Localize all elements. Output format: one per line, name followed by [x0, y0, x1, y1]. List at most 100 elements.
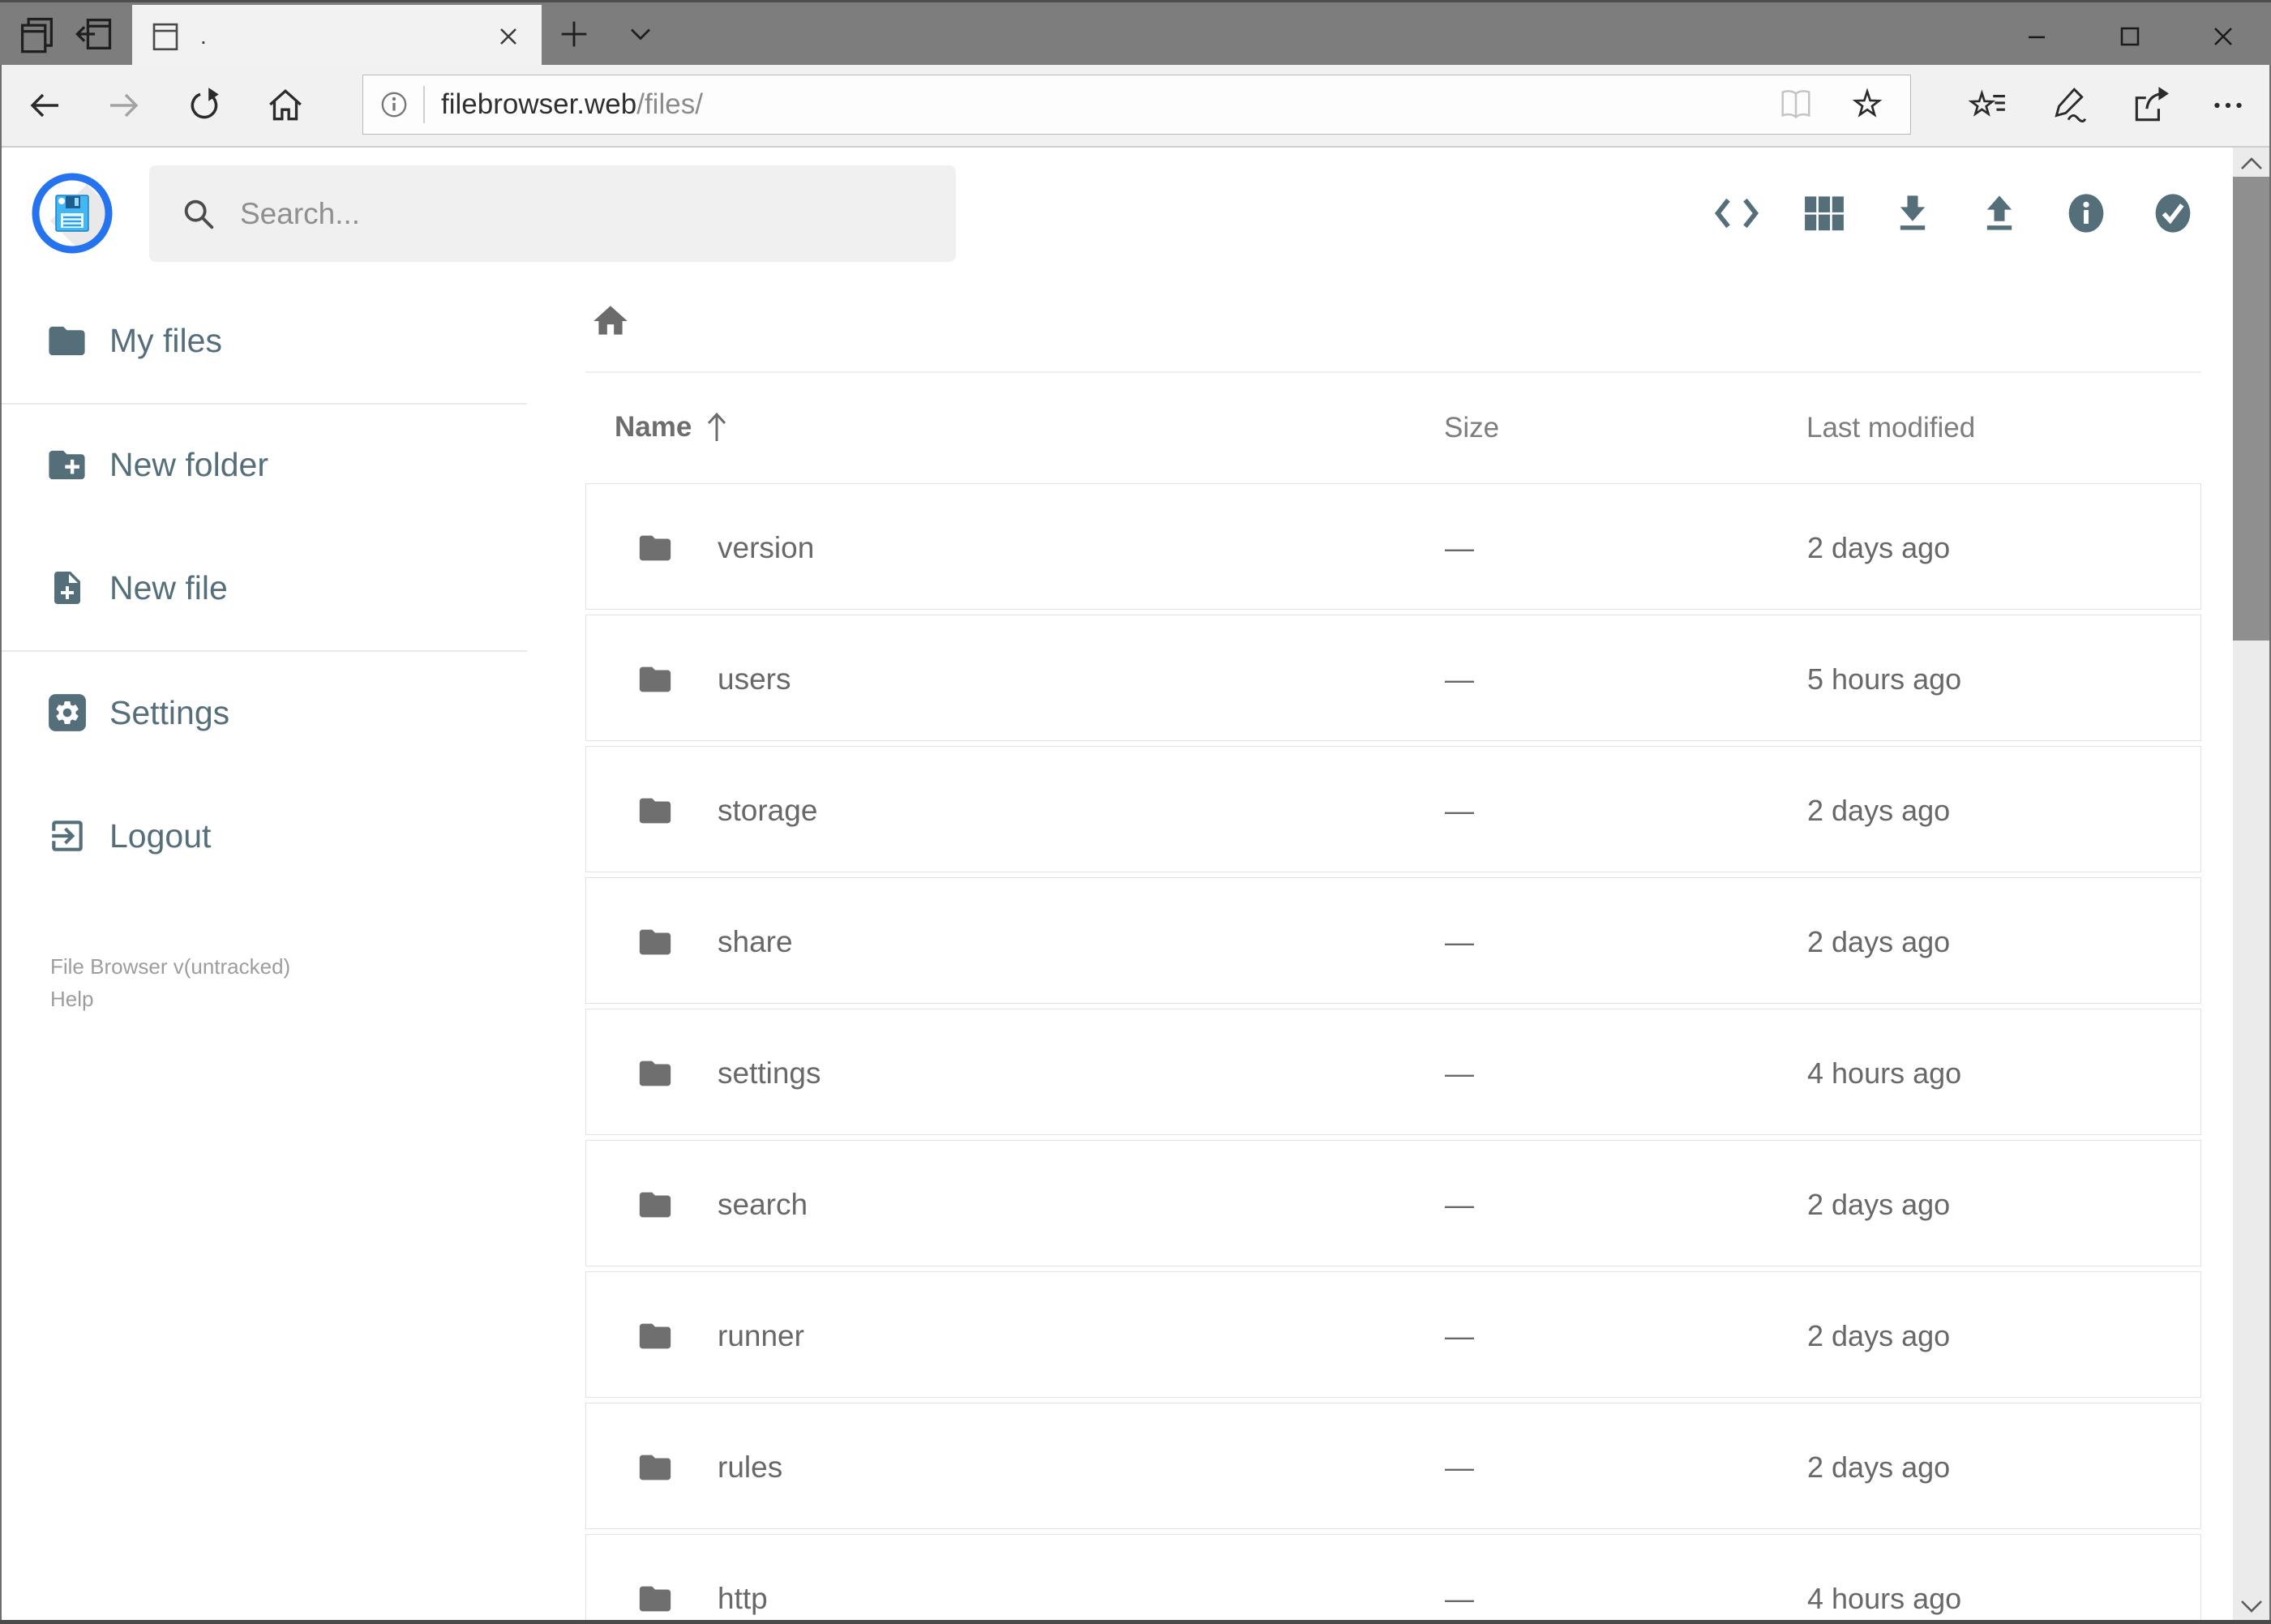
forward-button[interactable] [102, 76, 148, 135]
logout-icon [45, 816, 88, 856]
file-name: version [718, 531, 815, 564]
code-icon [1714, 198, 1759, 229]
new-folder-icon [45, 443, 88, 486]
column-header-modified[interactable]: Last modified [1806, 412, 1975, 444]
check-circle-icon [2155, 194, 2191, 233]
table-row-users[interactable]: users — 5 hours ago [585, 615, 2201, 741]
url-path: /files/ [636, 88, 703, 120]
minimize-button[interactable] [1990, 5, 2083, 67]
sidebar-item-new-folder[interactable]: New folder [0, 420, 527, 509]
sidebar-item-new-file[interactable]: New file [0, 543, 527, 632]
web-note-button[interactable] [2046, 76, 2091, 135]
switch-view-raw-button[interactable] [1711, 187, 1763, 239]
table-row-settings[interactable]: settings — 4 hours ago [585, 1009, 2201, 1135]
sidebar-divider [0, 650, 527, 652]
scroll-down-button[interactable] [2233, 1596, 2269, 1616]
hub-favorites-button[interactable] [1965, 76, 2010, 135]
download-icon [1900, 195, 1926, 230]
set-tabs-aside-icon [75, 18, 112, 49]
url-text: filebrowser.web/files/ [441, 88, 703, 121]
file-listing: version — 2 days ago users — 5 hours ago… [585, 483, 2201, 1624]
tab-list-dropdown-button[interactable] [615, 2, 666, 65]
table-row-runner[interactable]: runner — 2 days ago [585, 1271, 2201, 1398]
new-tab-button[interactable] [548, 2, 600, 65]
file-info-button[interactable] [2060, 187, 2112, 239]
tab-close-icon[interactable] [496, 24, 521, 49]
search-input[interactable] [238, 195, 940, 232]
sidebar-item-logout[interactable]: Logout [0, 791, 527, 881]
sidebar-item-my-files[interactable]: My files [0, 296, 527, 385]
maximize-button[interactable] [2083, 5, 2176, 67]
home-button[interactable] [263, 76, 308, 135]
site-info-icon[interactable] [378, 88, 410, 121]
file-modified: 2 days ago [1807, 1450, 1951, 1484]
file-size: — [1445, 662, 1474, 696]
favorite-star-icon[interactable] [1849, 87, 1886, 122]
minimize-icon [2028, 36, 2045, 38]
table-row-storage[interactable]: storage — 2 days ago [585, 746, 2201, 872]
file-name: storage [718, 794, 818, 827]
upload-button[interactable] [1973, 187, 2025, 239]
file-name: http [718, 1582, 768, 1615]
settings-menu-button[interactable] [2205, 76, 2251, 135]
window-controls [1990, 5, 2269, 67]
chevron-up-icon [2240, 157, 2262, 169]
file-size: — [1445, 1188, 1474, 1221]
folder-icon [636, 1186, 674, 1223]
search-icon [184, 199, 214, 229]
window-border-left [0, 65, 2, 1624]
page-scrollbar[interactable] [2233, 148, 2269, 1624]
file-name: runner [718, 1319, 804, 1352]
close-icon [2213, 27, 2232, 45]
file-modified: 2 days ago [1807, 794, 1951, 827]
set-tabs-aside-button[interactable] [68, 2, 120, 65]
sidebar-item-label: Settings [109, 693, 230, 731]
back-icon [30, 93, 58, 118]
download-button[interactable] [1887, 187, 1939, 239]
select-multiple-button[interactable] [2147, 187, 2199, 239]
table-row-search[interactable]: search — 2 days ago [585, 1140, 2201, 1266]
close-window-button[interactable] [2176, 5, 2269, 67]
reading-view-icon[interactable] [1777, 88, 1815, 121]
window-border-bottom [0, 1620, 2271, 1624]
grid-view-button[interactable] [1798, 187, 1850, 239]
upload-icon [1986, 195, 2012, 230]
file-size: — [1445, 1450, 1474, 1484]
scrollbar-thumb[interactable] [2233, 177, 2269, 641]
share-button[interactable] [2127, 76, 2173, 135]
chevron-down-icon [2240, 1600, 2262, 1613]
table-row-rules[interactable]: rules — 2 days ago [585, 1403, 2201, 1529]
folder-icon [636, 1449, 674, 1486]
file-size: — [1445, 1056, 1474, 1090]
folder-icon [636, 1055, 674, 1092]
url-host: filebrowser.web [441, 88, 637, 120]
help-link[interactable]: Help [50, 983, 290, 1015]
refresh-button[interactable] [182, 76, 227, 135]
sidebar-item-settings[interactable]: Settings [0, 668, 527, 757]
folder-icon [636, 1318, 674, 1355]
browser-tab[interactable]: . [132, 5, 542, 67]
table-row-http[interactable]: http — 4 hours ago [585, 1534, 2201, 1624]
folder-icon [45, 319, 88, 362]
column-header-size[interactable]: Size [1444, 412, 1499, 444]
file-size: — [1445, 1582, 1474, 1615]
table-row-share[interactable]: share — 2 days ago [585, 877, 2201, 1004]
back-button[interactable] [21, 76, 66, 135]
breadcrumb-home-button[interactable] [589, 300, 632, 342]
forward-icon [110, 93, 139, 118]
filebrowser-logo[interactable] [31, 172, 114, 255]
page-icon [152, 23, 178, 50]
sidebar-footer: File Browser v(untracked) Help [50, 950, 290, 1015]
new-tab-icon [561, 21, 587, 46]
listing-header: Name Size Last modified [585, 405, 2201, 451]
file-modified: 2 days ago [1807, 531, 1951, 564]
address-bar[interactable]: filebrowser.web/files/ [362, 75, 1911, 135]
browser-window: . filebrowser.web/files/ Search... My fi… [0, 0, 2271, 1624]
file-size: — [1445, 531, 1474, 564]
file-size: — [1445, 794, 1474, 827]
tab-preview-button[interactable] [11, 2, 63, 65]
column-header-name[interactable]: Name [615, 410, 729, 444]
scroll-up-button[interactable] [2233, 154, 2269, 174]
table-row-version[interactable]: version — 2 days ago [585, 483, 2201, 610]
search-box[interactable] [149, 165, 956, 262]
